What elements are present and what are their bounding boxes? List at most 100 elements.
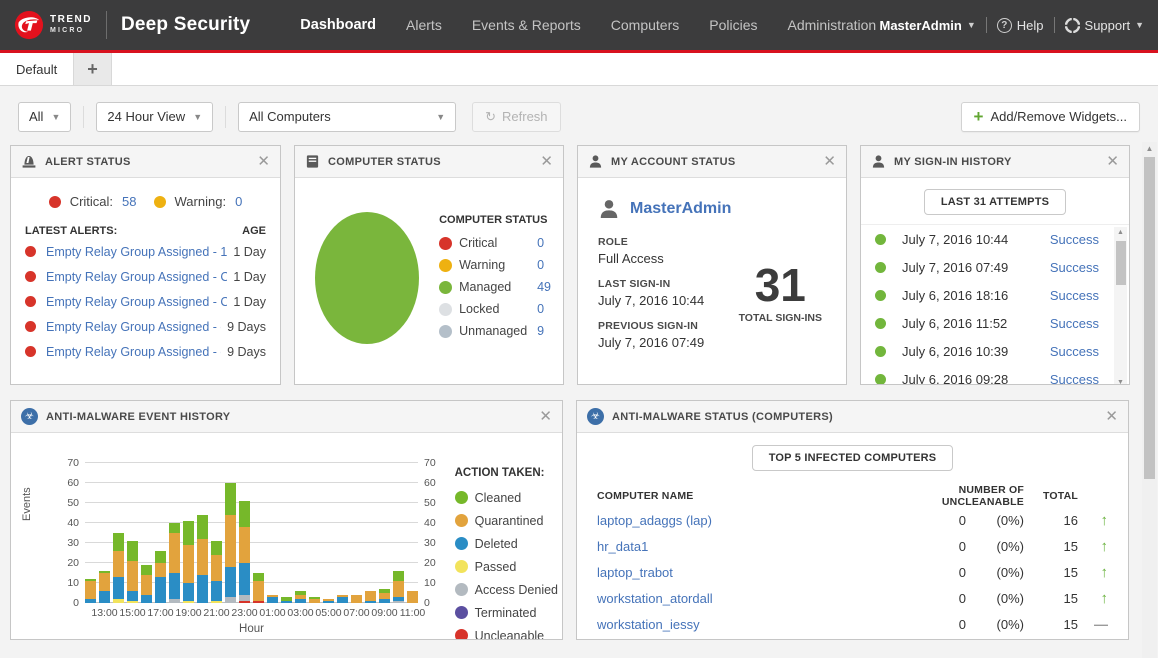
page-scrollbar[interactable]: ▲ xyxy=(1142,142,1157,658)
computer-name-link[interactable]: laptop_adaggs (lap) xyxy=(597,513,878,528)
help-link[interactable]: ? Help xyxy=(997,18,1044,33)
stacked-bar[interactable] xyxy=(337,595,348,603)
nav-item-policies[interactable]: Policies xyxy=(709,17,757,33)
stacked-bar[interactable] xyxy=(379,589,390,603)
computer-name-link[interactable]: laptop_trabot xyxy=(597,565,878,580)
stacked-bar[interactable] xyxy=(183,521,194,603)
support-menu[interactable]: Support ▼ xyxy=(1065,18,1144,33)
bar-segment xyxy=(365,601,376,603)
bar-segment xyxy=(225,597,236,603)
trend-up-icon: ↑ xyxy=(1101,590,1109,607)
stacked-bar[interactable] xyxy=(365,591,376,603)
legend-label: Terminated xyxy=(475,606,537,620)
computer-name-link[interactable]: workstation_atordall xyxy=(597,591,878,606)
bar-segment xyxy=(225,567,236,597)
signin-result-link[interactable]: Success xyxy=(1050,232,1099,247)
alert-link[interactable]: Empty Relay Group Assigned - CA... xyxy=(46,295,227,309)
widget-scrollbar[interactable]: ▲ ▼ xyxy=(1114,227,1127,385)
am-event-bar-chart[interactable]: Events 001010202030304040505060607070 13… xyxy=(19,441,445,637)
nav-item-administration[interactable]: Administration xyxy=(787,17,876,33)
legend-value-link[interactable]: 0 xyxy=(537,302,544,316)
help-icon: ? xyxy=(997,18,1012,33)
stacked-bar[interactable] xyxy=(239,501,250,603)
stacked-bar[interactable] xyxy=(85,579,96,603)
alert-row: Empty Relay Group Assigned - 19...1 Day xyxy=(25,239,266,264)
stacked-bar[interactable] xyxy=(253,573,264,603)
signin-result-link[interactable]: Success xyxy=(1050,372,1099,386)
scroll-up-icon[interactable]: ▲ xyxy=(1142,142,1157,156)
stacked-bar[interactable] xyxy=(323,599,334,603)
bar-segment xyxy=(407,591,418,603)
stacked-bar[interactable] xyxy=(113,533,124,603)
legend-value-link[interactable]: 0 xyxy=(537,236,544,250)
stacked-bar[interactable] xyxy=(197,515,208,603)
scroll-down-icon[interactable]: ▼ xyxy=(1114,377,1127,385)
alert-link[interactable]: Empty Relay Group Assigned - dir... xyxy=(46,345,221,359)
last-attempts-button[interactable]: LAST 31 ATTEMPTS xyxy=(924,189,1066,215)
legend-label: Cleaned xyxy=(475,491,522,505)
add-remove-widgets-button[interactable]: + Add/Remove Widgets... xyxy=(961,102,1141,132)
legend-label: Access Denied xyxy=(475,583,558,597)
alert-link[interactable]: Empty Relay Group Assigned - CA... xyxy=(46,270,227,284)
stacked-bar[interactable] xyxy=(211,541,222,603)
stacked-bar[interactable] xyxy=(295,591,306,603)
alert-link[interactable]: Empty Relay Group Assigned - dir... xyxy=(46,320,221,334)
scrollbar-thumb[interactable] xyxy=(1144,157,1155,479)
nav-item-dashboard[interactable]: Dashboard xyxy=(300,17,376,33)
legend-dot-icon xyxy=(439,303,452,316)
signin-result-link[interactable]: Success xyxy=(1050,288,1099,303)
stacked-bar[interactable] xyxy=(267,595,278,603)
nav-item-computers[interactable]: Computers xyxy=(611,17,679,33)
scroll-up-icon[interactable]: ▲ xyxy=(1114,227,1127,239)
stacked-bar[interactable] xyxy=(407,591,418,603)
computer-name-link[interactable]: hr_data1 xyxy=(597,539,878,554)
close-icon[interactable]: ✕ xyxy=(1106,154,1119,169)
tab-default[interactable]: Default xyxy=(0,53,74,85)
scrollbar-thumb[interactable] xyxy=(1116,241,1126,285)
stacked-bar[interactable] xyxy=(393,571,404,603)
stacked-bar[interactable] xyxy=(281,597,292,603)
bar-segment xyxy=(393,601,404,603)
computer-name-link[interactable]: workstation_iessy xyxy=(597,617,878,632)
stacked-bar[interactable] xyxy=(127,541,138,603)
legend-value-link[interactable]: 0 xyxy=(537,258,544,272)
signin-result-link[interactable]: Success xyxy=(1050,316,1099,331)
signin-result-link[interactable]: Success xyxy=(1050,260,1099,275)
account-menu[interactable]: MasterAdmin ▼ xyxy=(880,18,976,33)
x-tick-label: 09:00 xyxy=(371,607,397,619)
close-icon[interactable]: ✕ xyxy=(257,154,270,169)
add-tab-button[interactable]: + xyxy=(74,53,112,85)
computers-scope-dropdown[interactable]: All Computers ▼ xyxy=(238,102,456,132)
stacked-bar[interactable] xyxy=(155,551,166,603)
stacked-bar[interactable] xyxy=(309,597,320,603)
stacked-bar[interactable] xyxy=(225,483,236,603)
filter-dropdown[interactable]: All ▼ xyxy=(18,102,71,132)
stacked-bar[interactable] xyxy=(351,595,362,603)
warning-count-link[interactable]: 0 xyxy=(235,194,242,209)
time-range-dropdown[interactable]: 24 Hour View ▼ xyxy=(96,102,213,132)
x-tick-label: 23:00 xyxy=(231,607,257,619)
alert-link[interactable]: Empty Relay Group Assigned - 19... xyxy=(46,245,227,259)
close-icon[interactable]: ✕ xyxy=(1105,409,1118,424)
legend-value-link[interactable]: 49 xyxy=(537,280,551,294)
critical-count-link[interactable]: 58 xyxy=(122,194,136,209)
brand-micro: MICRO xyxy=(50,26,92,35)
signin-result-link[interactable]: Success xyxy=(1050,344,1099,359)
nav-item-alerts[interactable]: Alerts xyxy=(406,17,442,33)
legend-value-link[interactable]: 9 xyxy=(537,324,544,338)
x-tick-label: 05:00 xyxy=(315,607,341,619)
close-icon[interactable]: ✕ xyxy=(540,154,553,169)
nav-item-events-reports[interactable]: Events & Reports xyxy=(472,17,581,33)
username-link[interactable]: MasterAdmin xyxy=(630,200,731,218)
computer-status-pie-chart[interactable] xyxy=(315,212,419,344)
bar-segment xyxy=(155,577,166,603)
bar-segment xyxy=(239,601,250,603)
stacked-bar[interactable] xyxy=(141,565,152,603)
stacked-bar[interactable] xyxy=(99,571,110,603)
stacked-bar[interactable] xyxy=(169,523,180,603)
top-infected-button[interactable]: TOP 5 INFECTED COMPUTERS xyxy=(752,445,954,471)
close-icon[interactable]: ✕ xyxy=(823,154,836,169)
refresh-button[interactable]: ↻ Refresh xyxy=(472,102,560,132)
table-row: workstation_iessy0(0%)15— xyxy=(597,611,1108,637)
close-icon[interactable]: ✕ xyxy=(539,409,552,424)
